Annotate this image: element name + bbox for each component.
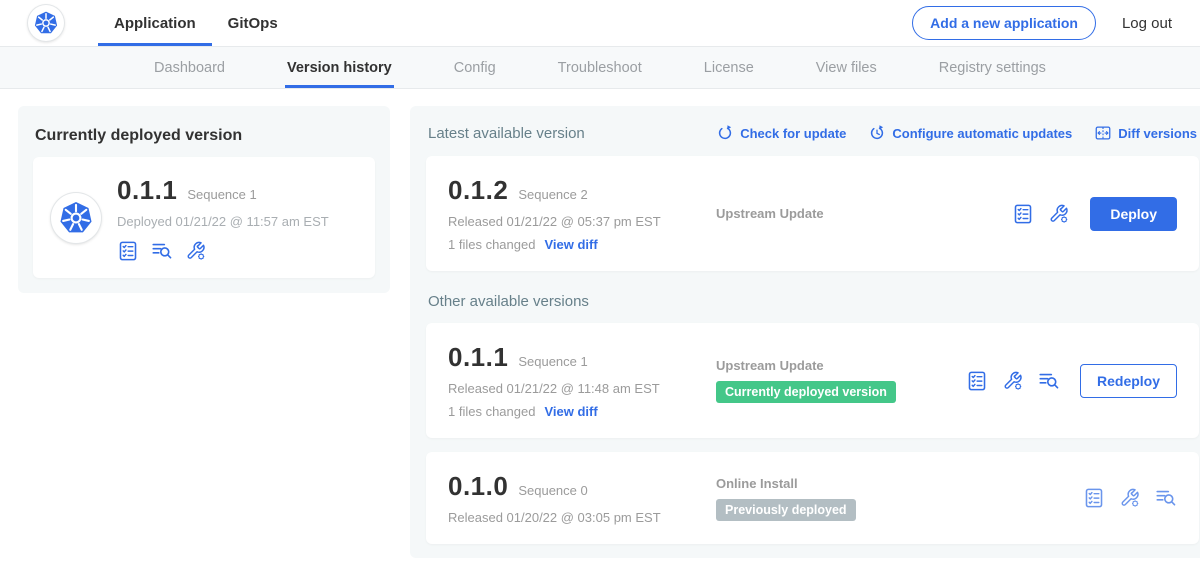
redeploy-button[interactable]: Redeploy	[1080, 364, 1177, 398]
preflight-checklist-icon[interactable]	[1083, 487, 1105, 509]
subtab-registry-settings[interactable]: Registry settings	[937, 47, 1048, 88]
deploy-logs-icon[interactable]	[151, 240, 173, 262]
latest-available-header: Latest available version	[428, 125, 585, 142]
check-for-update-label: Check for update	[740, 126, 846, 141]
subtab-view-files[interactable]: View files	[814, 47, 879, 88]
version-sequence: Sequence 2	[518, 187, 587, 202]
version-number: 0.1.1	[448, 342, 508, 373]
released-timestamp: Released 01/20/22 @ 03:05 pm EST	[448, 510, 716, 525]
diff-versions-link[interactable]: Diff versions	[1094, 124, 1197, 142]
diff-icon	[1094, 124, 1112, 142]
config-wrench-icon[interactable]	[1048, 203, 1070, 225]
preflight-checklist-icon[interactable]	[1012, 203, 1034, 225]
preflight-checklist-icon[interactable]	[966, 370, 988, 392]
released-timestamp: Released 01/21/22 @ 11:48 am EST	[448, 381, 716, 396]
version-number: 0.1.0	[448, 471, 508, 502]
preflight-checklist-icon[interactable]	[117, 240, 139, 262]
clock-refresh-icon	[868, 124, 886, 142]
main-content: Currently deployed version 0.1.1 Sequenc…	[0, 89, 1200, 558]
currently-deployed-badge: Currently deployed version	[716, 381, 896, 403]
deployed-sequence: Sequence 1	[187, 187, 256, 202]
configure-automatic-updates-link[interactable]: Configure automatic updates	[868, 124, 1072, 142]
deployed-timestamp: Deployed 01/21/22 @ 11:57 am EST	[117, 214, 329, 229]
currently-deployed-panel: Currently deployed version 0.1.1 Sequenc…	[18, 106, 390, 293]
diff-versions-label: Diff versions	[1118, 126, 1197, 141]
tab-application[interactable]: Application	[98, 0, 212, 46]
subtab-config[interactable]: Config	[452, 47, 498, 88]
deploy-button[interactable]: Deploy	[1090, 197, 1177, 231]
add-application-button[interactable]: Add a new application	[912, 6, 1096, 40]
files-changed: 1 files changed	[448, 404, 535, 419]
other-available-header: Other available versions	[428, 293, 1197, 310]
version-sequence: Sequence 1	[518, 354, 587, 369]
kubernetes-logo	[28, 5, 64, 41]
version-source: Online Install	[716, 476, 798, 491]
previously-deployed-badge: Previously deployed	[716, 499, 856, 521]
config-wrench-icon[interactable]	[185, 240, 207, 262]
deployed-version-card: 0.1.1 Sequence 1 Deployed 01/21/22 @ 11:…	[33, 157, 375, 278]
config-wrench-icon[interactable]	[1119, 487, 1141, 509]
deployed-version-number: 0.1.1	[117, 175, 177, 206]
view-diff-link[interactable]: View diff	[544, 237, 597, 252]
released-timestamp: Released 01/21/22 @ 05:37 pm EST	[448, 214, 716, 229]
subtab-troubleshoot[interactable]: Troubleshoot	[556, 47, 644, 88]
deployed-panel-title: Currently deployed version	[35, 127, 373, 145]
files-changed: 1 files changed	[448, 237, 535, 252]
subtab-license[interactable]: License	[702, 47, 756, 88]
subtab-dashboard[interactable]: Dashboard	[152, 47, 227, 88]
deploy-logs-icon[interactable]	[1155, 487, 1177, 509]
version-sequence: Sequence 0	[518, 483, 587, 498]
logout-link[interactable]: Log out	[1122, 15, 1172, 32]
check-for-update-link[interactable]: Check for update	[716, 124, 846, 142]
version-number: 0.1.2	[448, 175, 508, 206]
top-nav: Application GitOps Add a new application…	[0, 0, 1200, 46]
view-diff-link[interactable]: View diff	[544, 404, 597, 419]
version-source: Upstream Update	[716, 358, 824, 373]
version-source: Upstream Update	[716, 206, 824, 221]
configure-automatic-updates-label: Configure automatic updates	[892, 126, 1072, 141]
version-card-0-1-2: 0.1.2 Sequence 2 Released 01/21/22 @ 05:…	[426, 156, 1199, 271]
config-wrench-icon[interactable]	[1002, 370, 1024, 392]
version-card-0-1-0: 0.1.0 Sequence 0 Released 01/20/22 @ 03:…	[426, 452, 1199, 544]
refresh-icon	[716, 124, 734, 142]
deploy-logs-icon[interactable]	[1038, 370, 1060, 392]
tab-gitops[interactable]: GitOps	[212, 0, 294, 46]
version-card-0-1-1: 0.1.1 Sequence 1 Released 01/21/22 @ 11:…	[426, 323, 1199, 438]
version-history-panel: Latest available version Check for updat…	[410, 106, 1200, 558]
app-sub-nav: Dashboard Version history Config Trouble…	[0, 46, 1200, 89]
app-icon	[51, 193, 101, 243]
subtab-version-history[interactable]: Version history	[285, 47, 394, 88]
top-tabs: Application GitOps	[98, 0, 294, 46]
